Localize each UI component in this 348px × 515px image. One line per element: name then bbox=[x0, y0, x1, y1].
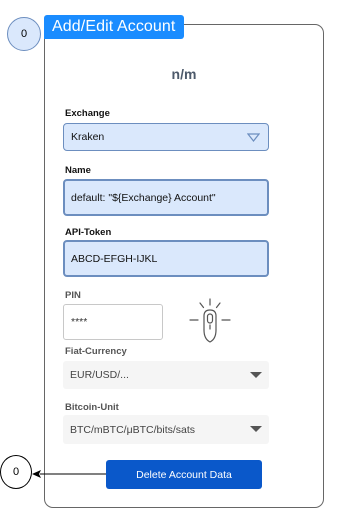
bitcoin-unit-select[interactable]: BTC/mBTC/μBTC/bits/sats bbox=[63, 415, 269, 444]
bitcoin-unit-value: BTC/mBTC/μBTC/bits/sats bbox=[70, 423, 196, 436]
pin-input[interactable]: **** bbox=[63, 304, 163, 340]
delete-account-button[interactable]: Delete Account Data bbox=[106, 460, 262, 489]
chevron-down-icon bbox=[250, 372, 262, 378]
exchange-label: Exchange bbox=[65, 108, 110, 119]
name-input[interactable]: default: "${Exchange} Account" bbox=[63, 179, 269, 216]
api-token-value: ABCD-EFGH-IJKL bbox=[71, 252, 158, 265]
bitcoin-unit-label: Bitcoin-Unit bbox=[65, 402, 119, 413]
card-title: Add/Edit Account bbox=[44, 15, 184, 39]
api-token-label: API-Token bbox=[65, 227, 112, 238]
chevron-down-icon bbox=[247, 133, 260, 142]
annotation-badge-bottom: 0 bbox=[0, 455, 32, 489]
fiat-currency-select[interactable]: EUR/USD/... bbox=[63, 361, 269, 389]
fiat-currency-label: Fiat-Currency bbox=[65, 346, 127, 357]
api-token-input[interactable]: ABCD-EFGH-IJKL bbox=[63, 240, 269, 277]
annotation-badge-top: 0 bbox=[7, 17, 41, 51]
card-subtitle: n/m bbox=[171, 66, 197, 82]
name-value: default: "${Exchange} Account" bbox=[71, 191, 216, 204]
pin-value: **** bbox=[71, 316, 88, 328]
chevron-down-icon bbox=[250, 426, 262, 432]
pin-label: PIN bbox=[65, 290, 81, 301]
name-label: Name bbox=[65, 165, 91, 176]
fingerprint-sensor-icon[interactable] bbox=[186, 297, 234, 345]
fiat-currency-value: EUR/USD/... bbox=[70, 369, 129, 381]
exchange-value: Kraken bbox=[71, 131, 105, 143]
exchange-select[interactable]: Kraken bbox=[63, 123, 269, 151]
